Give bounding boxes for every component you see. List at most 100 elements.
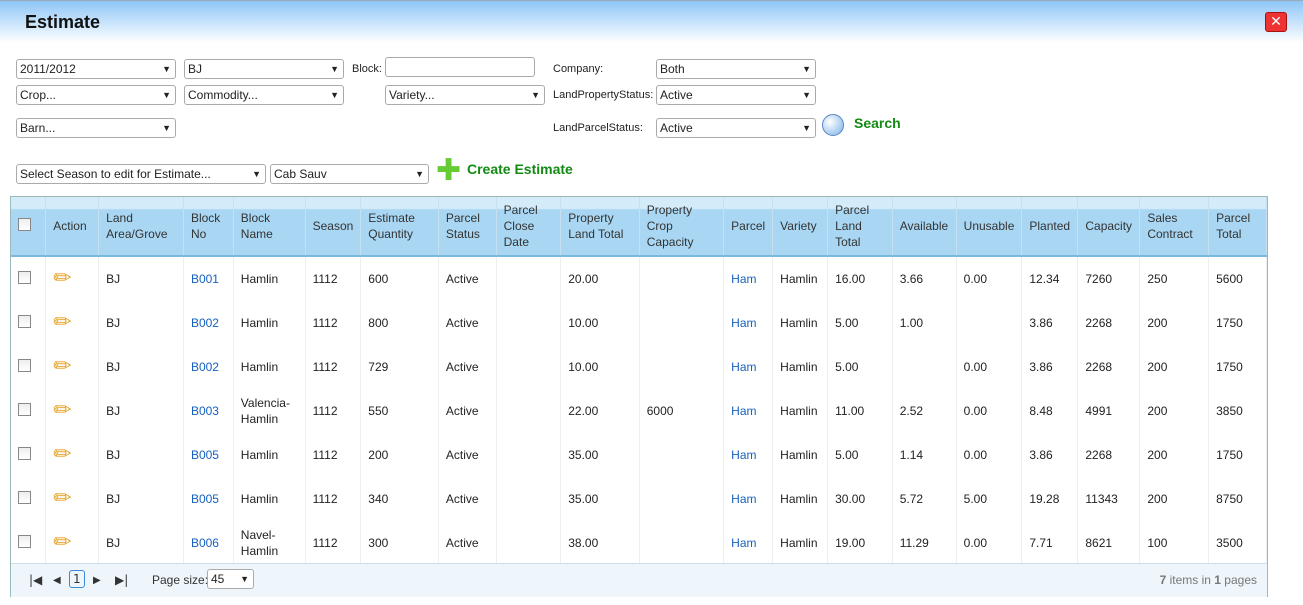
row-checkbox-cell[interactable]: [11, 477, 47, 521]
table-cell: 2268: [1077, 433, 1141, 477]
last-page-icon[interactable]: ▶|: [115, 573, 128, 587]
block-label: Block:: [352, 63, 382, 75]
area-select[interactable]: BJ ▼: [184, 59, 344, 79]
table-cell[interactable]: B006: [183, 521, 234, 565]
edit-cell[interactable]: ✏: [45, 345, 100, 389]
table-cell: Active: [438, 477, 497, 521]
row-checkbox[interactable]: [18, 446, 31, 460]
chevron-down-icon: ▼: [531, 90, 540, 100]
table-row[interactable]: ✏ BJ B006 Navel-Hamlin 1112 300 Active 38.00 Ham…: [11, 521, 1267, 565]
company-select[interactable]: Both ▼: [656, 59, 816, 79]
next-page-icon[interactable]: ▶: [93, 575, 101, 586]
prev-page-icon[interactable]: ◀: [53, 575, 61, 586]
window-title: Estimate: [25, 12, 101, 32]
table-cell[interactable]: B001: [183, 256, 234, 301]
variety-select[interactable]: Variety... ▼: [385, 85, 545, 105]
create-estimate-button[interactable]: Create Estimate: [467, 161, 573, 177]
plus-icon[interactable]: ✚: [436, 156, 461, 186]
pencil-icon[interactable]: ✏: [53, 353, 71, 378]
table-cell: [956, 301, 1023, 345]
pencil-icon[interactable]: ✏: [53, 265, 71, 290]
table-cell: 5.00: [827, 433, 893, 477]
select-all-checkbox[interactable]: [18, 217, 31, 231]
commodity-select[interactable]: Commodity... ▼: [184, 85, 344, 105]
table-cell[interactable]: B005: [183, 477, 234, 521]
table-cell: 30.00: [827, 477, 893, 521]
table-row[interactable]: ✏ BJ B002 Hamlin 1112 729 Active 10.00 Ham Hamlin…: [11, 345, 1267, 389]
table-cell: 8.48: [1021, 389, 1079, 433]
pencil-icon[interactable]: ✏: [53, 529, 71, 554]
table-cell[interactable]: Ham: [723, 389, 774, 433]
table-cell: 2.52: [892, 389, 957, 433]
block-input[interactable]: [385, 57, 535, 77]
table-cell[interactable]: B002: [183, 301, 234, 345]
table-row[interactable]: ✏ BJ B005 Hamlin 1112 340 Active 35.00 Ham Hamlin…: [11, 477, 1267, 521]
edit-season-select[interactable]: Select Season to edit for Estimate... ▼: [16, 164, 266, 184]
page-size-select[interactable]: 45 ▼: [207, 569, 254, 589]
table-cell: 1.00: [892, 301, 957, 345]
edit-cell[interactable]: ✏: [45, 256, 100, 301]
row-checkbox[interactable]: [18, 534, 31, 548]
row-checkbox[interactable]: [18, 314, 31, 328]
row-checkbox-cell[interactable]: [11, 389, 47, 433]
table-cell[interactable]: B002: [183, 345, 234, 389]
column-header: Parcel Close Date: [496, 197, 562, 257]
title-bar: Estimate ✕: [0, 0, 1303, 43]
table-cell: BJ: [98, 345, 184, 389]
row-checkbox[interactable]: [18, 402, 31, 416]
row-checkbox-cell[interactable]: [11, 301, 47, 345]
barn-select[interactable]: Barn... ▼: [16, 118, 176, 138]
column-header: Estimate Quantity: [360, 197, 439, 257]
column-header: Land Area/Grove: [98, 197, 184, 257]
edit-cell[interactable]: ✏: [45, 521, 100, 565]
table-cell: 200: [1139, 301, 1210, 345]
table-row[interactable]: ✏ BJ B005 Hamlin 1112 200 Active 35.00 Ham Hamlin…: [11, 433, 1267, 477]
row-checkbox-cell[interactable]: [11, 433, 47, 477]
search-button[interactable]: Search: [854, 115, 901, 131]
row-checkbox[interactable]: [18, 490, 31, 504]
table-cell: [639, 256, 725, 301]
pencil-icon[interactable]: ✏: [53, 485, 71, 510]
table-row[interactable]: ✏ BJ B001 Hamlin 1112 600 Active 20.00 Ham Hamlin…: [11, 256, 1267, 301]
row-checkbox-cell[interactable]: [11, 256, 47, 301]
table-cell[interactable]: Ham: [723, 345, 774, 389]
edit-cell[interactable]: ✏: [45, 433, 100, 477]
land-parcel-status-select[interactable]: Active ▼: [656, 118, 816, 138]
table-cell[interactable]: Ham: [723, 521, 774, 565]
row-checkbox-cell[interactable]: [11, 521, 47, 565]
table-cell: 8621: [1077, 521, 1141, 565]
row-checkbox[interactable]: [18, 358, 31, 372]
column-header: Sales Contract: [1139, 197, 1210, 257]
edit-cell[interactable]: ✏: [45, 389, 100, 433]
search-icon[interactable]: [822, 114, 844, 136]
table-cell[interactable]: Ham: [723, 433, 774, 477]
edit-cell[interactable]: ✏: [45, 301, 100, 345]
table-cell: 22.00: [560, 389, 640, 433]
row-checkbox[interactable]: [18, 270, 31, 284]
pencil-icon[interactable]: ✏: [53, 397, 71, 422]
table-cell[interactable]: Ham: [723, 301, 774, 345]
crop-select[interactable]: Crop... ▼: [16, 85, 176, 105]
table-cell[interactable]: B003: [183, 389, 234, 433]
table-cell: 729: [360, 345, 439, 389]
table-cell[interactable]: Ham: [723, 256, 774, 301]
table-cell: 38.00: [560, 521, 640, 565]
pencil-icon[interactable]: ✏: [53, 309, 71, 334]
edit-cell[interactable]: ✏: [45, 477, 100, 521]
table-cell[interactable]: Ham: [723, 477, 774, 521]
table-cell: BJ: [98, 477, 184, 521]
season-select[interactable]: 2011/2012 ▼: [16, 59, 176, 79]
chevron-down-icon: ▼: [252, 169, 261, 179]
table-row[interactable]: ✏ BJ B002 Hamlin 1112 800 Active 10.00 Ham Hamlin…: [11, 301, 1267, 345]
select-all-header[interactable]: [11, 197, 47, 257]
row-checkbox-cell[interactable]: [11, 345, 47, 389]
page-1-button[interactable]: 1: [69, 570, 85, 588]
table-row[interactable]: ✏ BJ B003 Valencia-Hamlin 1112 550 Active 22.00…: [11, 389, 1267, 433]
edit-variety-select[interactable]: Cab Sauv ▼: [270, 164, 429, 184]
first-page-icon[interactable]: |◀: [29, 573, 42, 587]
land-property-status-select[interactable]: Active ▼: [656, 85, 816, 105]
pencil-icon[interactable]: ✏: [53, 441, 71, 466]
close-icon[interactable]: ✕: [1265, 12, 1287, 32]
table-cell[interactable]: B005: [183, 433, 234, 477]
table-cell: [639, 345, 725, 389]
